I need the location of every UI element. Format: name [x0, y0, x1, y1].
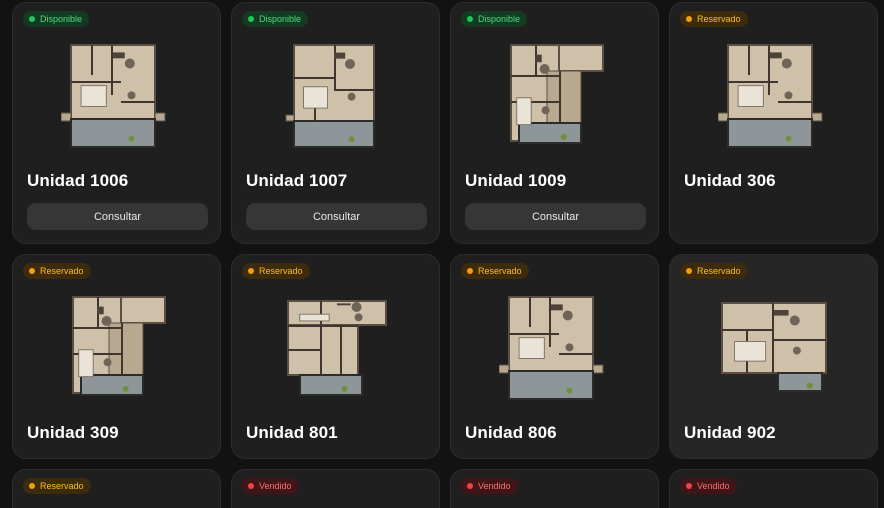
status-label: Reservado [40, 266, 84, 276]
status-label: Reservado [40, 481, 84, 491]
status-badge: Reservado [23, 263, 91, 279]
unit-title: Unidad 309 [27, 423, 119, 442]
status-badge: Reservado [680, 11, 748, 27]
consult-button[interactable]: Consultar [465, 203, 646, 230]
unit-title: Unidad 902 [684, 423, 776, 442]
status-badge: Reservado [242, 263, 310, 279]
status-dot-icon [29, 268, 35, 274]
status-label: Reservado [697, 14, 741, 24]
status-badge: Vendido [680, 478, 737, 494]
unit-title: Unidad 1006 [27, 171, 129, 190]
status-badge: Disponible [242, 11, 309, 27]
unit-card[interactable]: Reservado Unidad 902 [669, 254, 878, 459]
status-label: Reservado [697, 266, 741, 276]
status-label: Disponible [40, 14, 83, 24]
status-badge: Reservado [680, 263, 748, 279]
consult-button[interactable]: Consultar [27, 203, 208, 230]
status-label: Vendido [259, 481, 292, 491]
status-dot-icon [248, 268, 254, 274]
status-dot-icon [686, 483, 692, 489]
status-dot-icon [29, 16, 35, 22]
floor-plan-image [721, 302, 827, 392]
status-dot-icon [686, 16, 692, 22]
unit-card[interactable]: Reservado [12, 469, 221, 508]
status-badge: Vendido [242, 478, 299, 494]
status-dot-icon [467, 483, 473, 489]
status-badge: Reservado [461, 263, 529, 279]
status-badge: Vendido [461, 478, 518, 494]
unit-card[interactable]: Disponible Unidad 1009 Consultar [450, 2, 659, 244]
unit-title: Unidad 801 [246, 423, 338, 442]
status-badge: Disponible [23, 11, 90, 27]
status-dot-icon [248, 16, 254, 22]
status-label: Vendido [697, 481, 730, 491]
status-badge: Disponible [461, 11, 528, 27]
unit-card[interactable]: Reservado Unidad 306 [669, 2, 878, 244]
status-label: Vendido [478, 481, 511, 491]
unit-card[interactable]: Vendido [669, 469, 878, 508]
unit-card[interactable]: Disponible Unidad 1006 Consultar [12, 2, 221, 244]
status-dot-icon [467, 16, 473, 22]
unit-card[interactable]: Vendido [231, 469, 440, 508]
status-label: Reservado [478, 266, 522, 276]
status-dot-icon [467, 268, 473, 274]
status-dot-icon [686, 268, 692, 274]
unit-title: Unidad 1009 [465, 171, 567, 190]
status-label: Disponible [478, 14, 521, 24]
floor-plan-image [72, 296, 166, 396]
unit-title: Unidad 306 [684, 171, 776, 190]
unit-card[interactable]: Reservado Unidad 309 [12, 254, 221, 459]
floor-plan-image [287, 300, 387, 396]
floor-plan-image [285, 44, 375, 148]
status-label: Reservado [259, 266, 303, 276]
status-label: Disponible [259, 14, 302, 24]
status-badge: Reservado [23, 478, 91, 494]
status-dot-icon [248, 483, 254, 489]
unit-card[interactable]: Vendido [450, 469, 659, 508]
floor-plan-image [510, 44, 604, 144]
floor-plan-image [499, 296, 604, 400]
unit-title: Unidad 1007 [246, 171, 348, 190]
status-dot-icon [29, 483, 35, 489]
unit-card[interactable]: Disponible Unidad 1007 Consultar [231, 2, 440, 244]
unit-title: Unidad 806 [465, 423, 557, 442]
unit-card[interactable]: Reservado Unidad 806 [450, 254, 659, 459]
consult-button[interactable]: Consultar [246, 203, 427, 230]
floor-plan-image [61, 44, 166, 148]
floor-plan-image [718, 44, 823, 148]
unit-card[interactable]: Reservado Unidad 801 [231, 254, 440, 459]
